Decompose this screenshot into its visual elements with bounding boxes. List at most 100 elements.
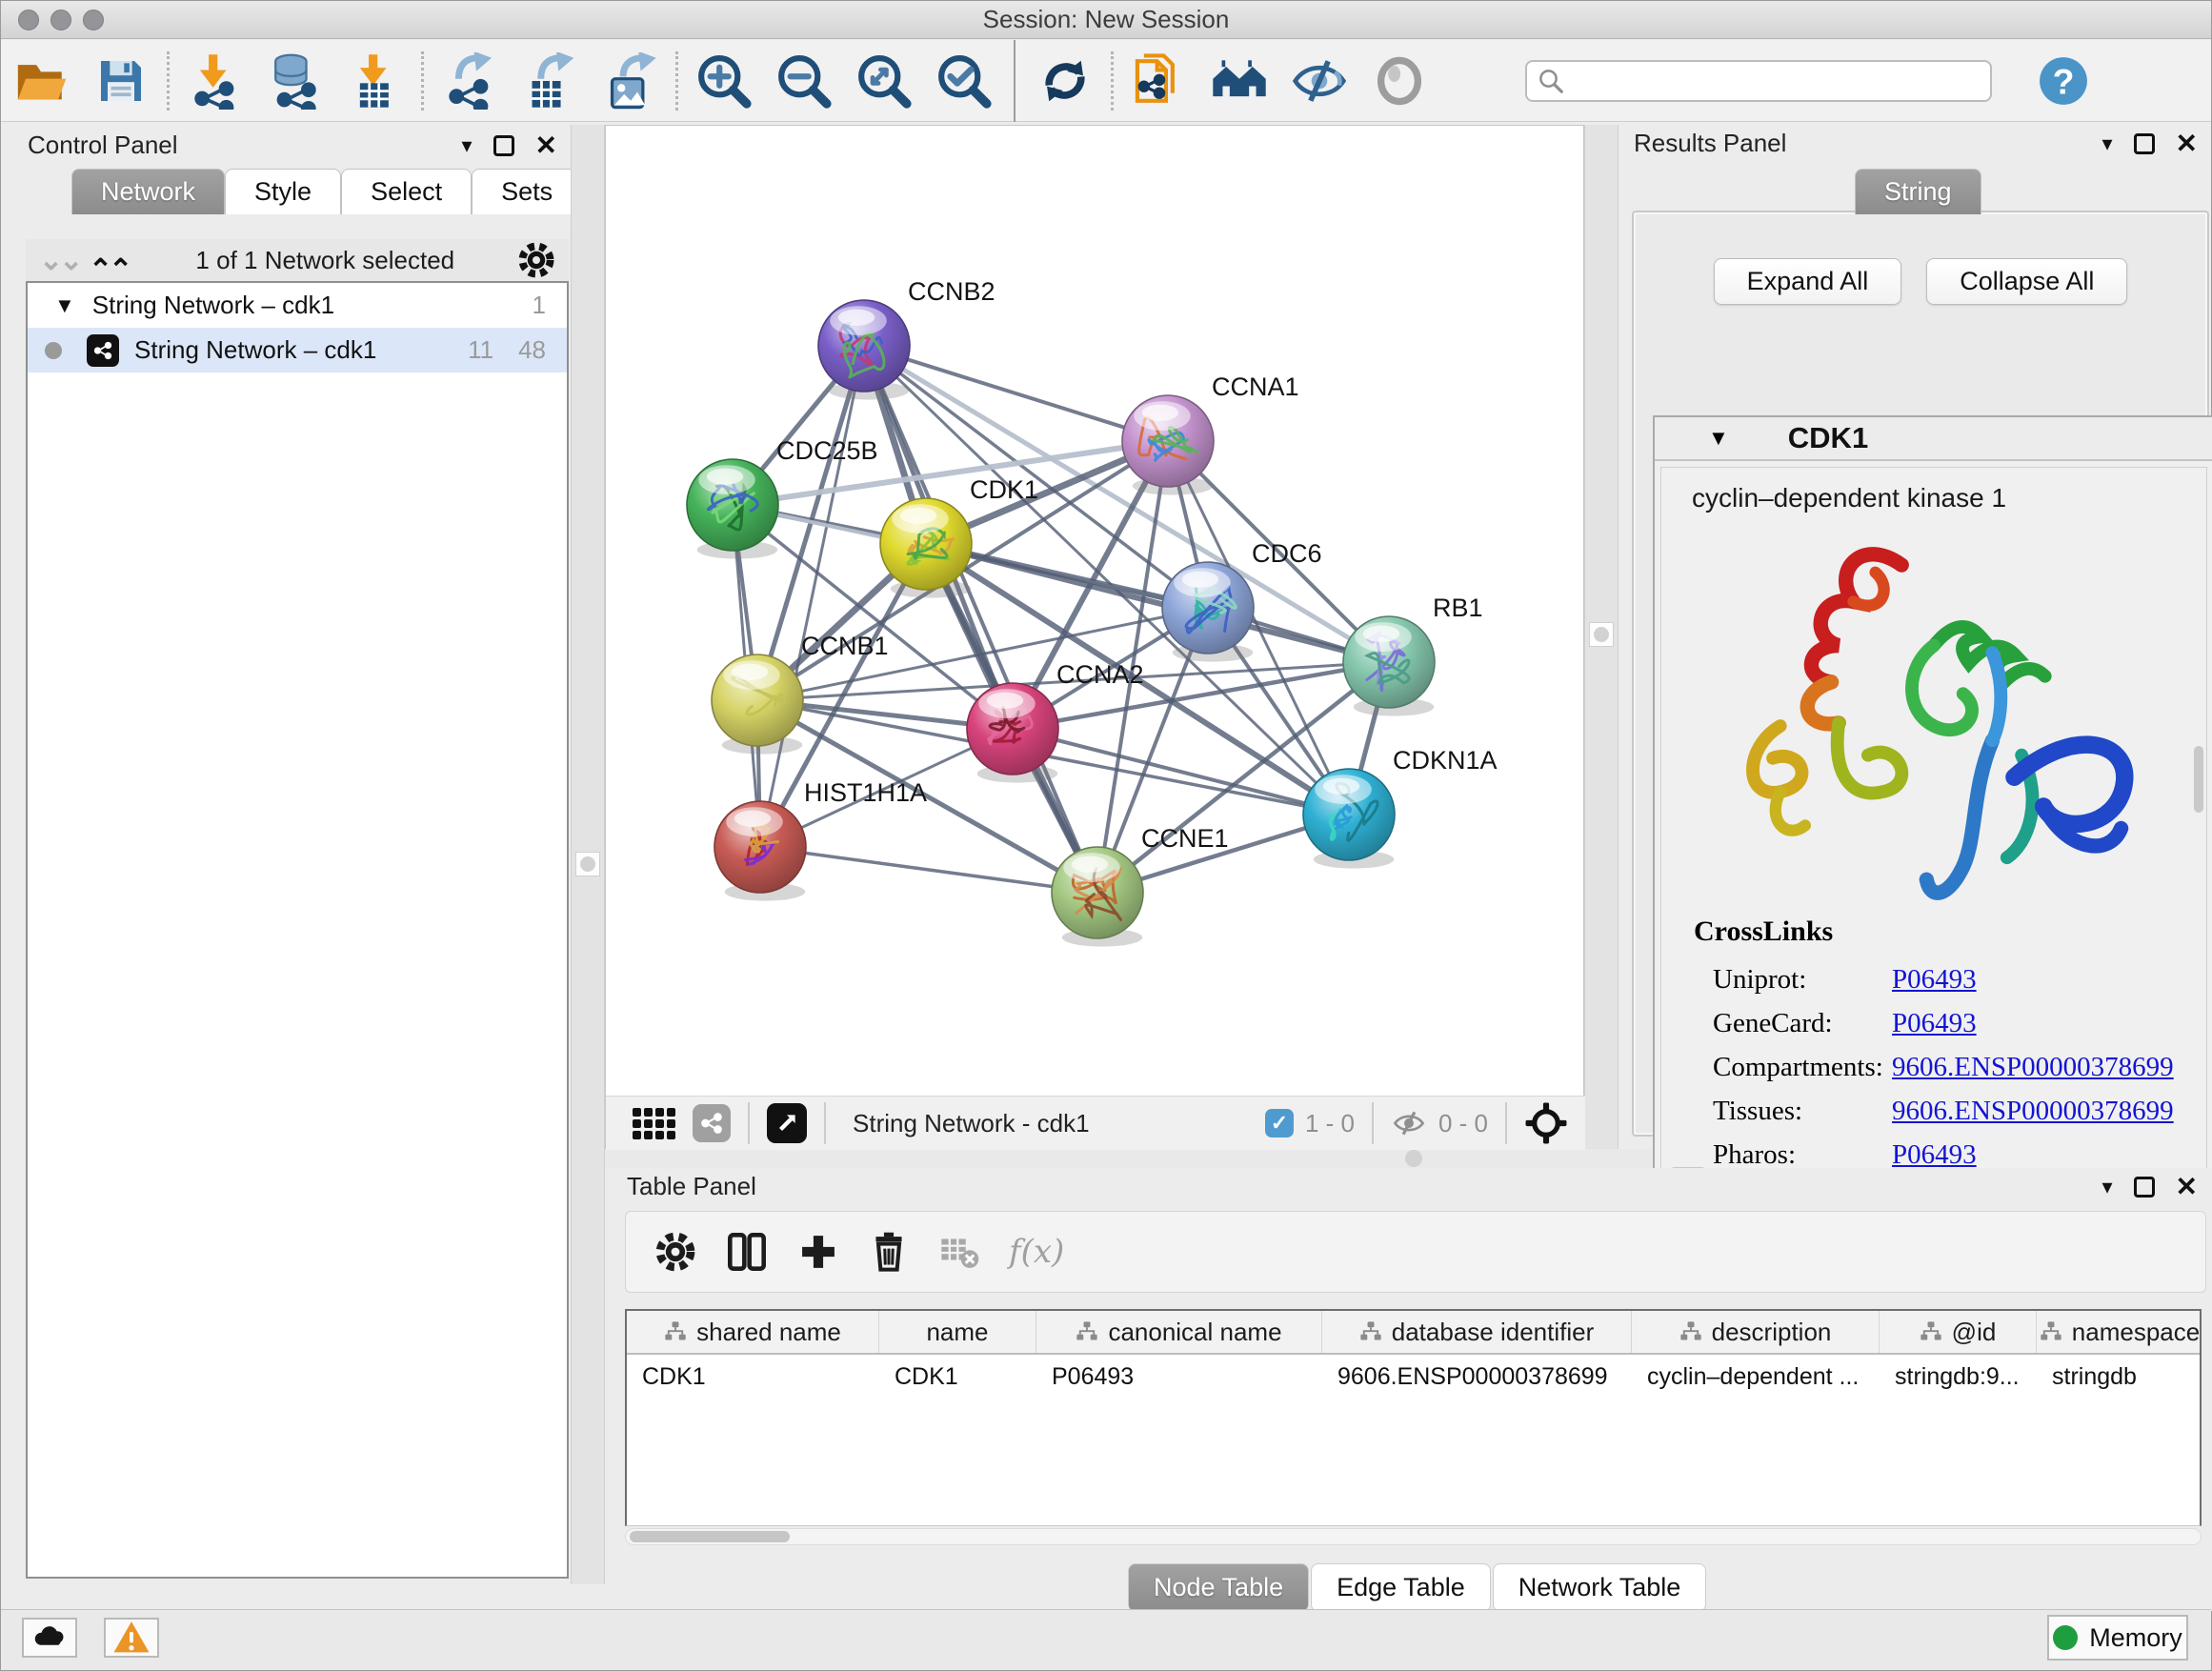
panel-menu-icon[interactable]: ▾: [2101, 1177, 2112, 1198]
crosslink-label: Uniprot:: [1713, 964, 1890, 996]
node-CDC6[interactable]: CDC6: [1162, 539, 1322, 662]
column-header-shared-name[interactable]: shared name: [627, 1311, 879, 1353]
import-network-from-file-button[interactable]: [175, 48, 255, 114]
right-splitter[interactable]: [1584, 125, 1619, 1152]
left-splitter[interactable]: [571, 125, 605, 1584]
import-table-from-file-button[interactable]: [335, 48, 415, 114]
tab-sets[interactable]: Sets: [472, 169, 582, 214]
tab-string[interactable]: String: [1855, 169, 1981, 214]
tab-network[interactable]: Network: [71, 169, 225, 214]
selected-count: 1 - 0: [1305, 1109, 1355, 1138]
delete-column-icon[interactable]: [868, 1231, 910, 1273]
zoom-in-button[interactable]: [684, 48, 764, 114]
network-options-gear-icon[interactable]: [517, 241, 555, 279]
search-input[interactable]: [1565, 68, 1990, 94]
fit-selected-crosshair-icon[interactable]: [1524, 1101, 1568, 1145]
node-CCNE1[interactable]: CCNE1: [1052, 824, 1229, 947]
edge-HIST1H1A-CCNE1[interactable]: [760, 847, 1097, 893]
tab-node-table[interactable]: Node Table: [1128, 1563, 1309, 1612]
results-vscroll-thumb[interactable]: [2194, 746, 2203, 813]
table-options-gear-icon[interactable]: [654, 1231, 696, 1273]
help-button[interactable]: ?: [2038, 55, 2089, 107]
panel-close-icon[interactable]: ✕: [2176, 1174, 2198, 1200]
expander-icon[interactable]: ▼: [1708, 426, 1729, 451]
network-collection-row[interactable]: ▼ String Network – cdk1 1: [28, 283, 567, 328]
node-HIST1H1A[interactable]: HIST1H1A: [714, 778, 927, 901]
crosslink-compartments-[interactable]: 9606.ENSP00000378699: [1892, 1052, 2174, 1083]
save-session-button[interactable]: [81, 48, 161, 114]
column-header--id[interactable]: @id: [1880, 1311, 2037, 1353]
memory-button[interactable]: Memory: [2047, 1615, 2188, 1661]
tab-style[interactable]: Style: [225, 169, 341, 214]
edge-CCNB2-CCNE1[interactable]: [864, 346, 1097, 893]
refresh-button[interactable]: [1025, 48, 1105, 114]
refresh-icon: [1037, 53, 1093, 109]
network-row-selected[interactable]: String Network – cdk1 11 48: [28, 328, 567, 372]
table-hscroll-thumb[interactable]: [630, 1531, 790, 1542]
show-all-button[interactable]: [1359, 48, 1439, 114]
zoom-out-button[interactable]: [764, 48, 844, 114]
crosslink-uniprot-[interactable]: P06493: [1892, 964, 1977, 996]
network-canvas[interactable]: CCNB2CCNA1CDC25BCDK1CDC6RB1CCNB1CCNA2CDK…: [606, 126, 1585, 1096]
table-hscrollbar[interactable]: [625, 1528, 2202, 1545]
export-network-button[interactable]: [430, 48, 510, 114]
column-header-namespace[interactable]: namespace: [2037, 1311, 2202, 1353]
panel-float-icon[interactable]: [2134, 1177, 2155, 1198]
home-button[interactable]: [1199, 48, 1279, 114]
tab-network-table[interactable]: Network Table: [1493, 1563, 1707, 1612]
protein-header[interactable]: ▼ CDK1: [1655, 417, 2212, 461]
edge-CCNB2-CCNA1[interactable]: [864, 346, 1168, 441]
function-builder-icon: f(x): [1009, 1233, 1064, 1271]
show-columns-icon[interactable]: [725, 1230, 769, 1274]
node-RB1[interactable]: RB1: [1343, 594, 1483, 716]
panel-close-icon[interactable]: ✕: [535, 132, 557, 159]
birdseye-view-icon[interactable]: [767, 1103, 807, 1143]
warnings-button[interactable]: [104, 1618, 159, 1658]
node-CDKN1A[interactable]: CDKN1A: [1303, 746, 1498, 869]
export-table-button[interactable]: [510, 48, 590, 114]
crosslink-row: Tissues:9606.ENSP00000378699: [1661, 1089, 2206, 1133]
node-CCNA1[interactable]: CCNA1: [1122, 372, 1299, 495]
open-session-button[interactable]: [1, 48, 81, 114]
crosslink-genecard-[interactable]: P06493: [1892, 1008, 1977, 1039]
node-CCNB2[interactable]: CCNB2: [818, 277, 995, 400]
column-label: database identifier: [1392, 1318, 1594, 1347]
tab-edge-table[interactable]: Edge Table: [1311, 1563, 1491, 1612]
selected-checkbox-icon[interactable]: ✓: [1265, 1109, 1294, 1137]
column-header-canonical-name[interactable]: canonical name: [1036, 1311, 1322, 1353]
collapse-all-button[interactable]: Collapse All: [1926, 258, 2127, 305]
zoom-fit-button[interactable]: [844, 48, 924, 114]
network-collection-count: 1: [533, 291, 546, 320]
panel-close-icon[interactable]: ✕: [2176, 131, 2198, 157]
import-network-from-database-button[interactable]: [255, 48, 335, 114]
zoom-selected-button[interactable]: [924, 48, 1004, 114]
panel-menu-icon[interactable]: ▾: [2101, 133, 2112, 154]
panel-menu-icon[interactable]: ▾: [461, 135, 472, 156]
results-panel-title: Results Panel: [1634, 129, 1786, 158]
import-public-databases-button[interactable]: [1119, 48, 1199, 114]
expand-all-networks-icon[interactable]: ⌄⌄: [92, 251, 132, 284]
panel-float-icon[interactable]: [493, 135, 514, 156]
crosslink-pharos-[interactable]: P06493: [1892, 1139, 1977, 1171]
table-row[interactable]: CDK1CDK1P064939606.ENSP00000378699cyclin…: [627, 1355, 2200, 1399]
expander-icon[interactable]: ▼: [54, 293, 75, 318]
column-header-description[interactable]: description: [1632, 1311, 1880, 1353]
left-splitter-grip[interactable]: [575, 852, 600, 876]
add-column-icon[interactable]: [797, 1231, 839, 1273]
collapse-all-networks-icon[interactable]: ⌄⌄: [39, 244, 79, 277]
tab-select[interactable]: Select: [341, 169, 472, 214]
cloud-status-button[interactable]: [22, 1618, 77, 1658]
column-header-database-identifier[interactable]: database identifier: [1322, 1311, 1632, 1353]
network-edges: [733, 346, 1389, 893]
current-network-bullet-icon: [45, 342, 62, 359]
column-header-name[interactable]: name: [879, 1311, 1036, 1353]
view-grid-icon[interactable]: [633, 1108, 675, 1139]
right-splitter-grip[interactable]: [1589, 622, 1614, 647]
export-image-button[interactable]: [590, 48, 670, 114]
hide-selected-button[interactable]: [1279, 48, 1359, 114]
horizontal-splitter-grip[interactable]: [1405, 1150, 1422, 1167]
crosslink-tissues-[interactable]: 9606.ENSP00000378699: [1892, 1096, 2174, 1127]
string-view-icon[interactable]: [693, 1104, 731, 1142]
panel-float-icon[interactable]: [2134, 133, 2155, 154]
expand-all-button[interactable]: Expand All: [1714, 258, 1902, 305]
